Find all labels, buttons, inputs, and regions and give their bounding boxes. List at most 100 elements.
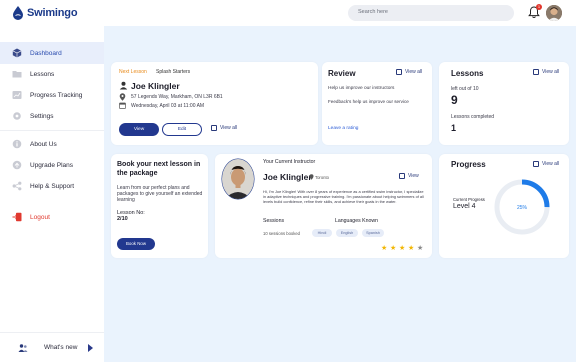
book-body: Learn from our perfect plans and package… [117,185,203,204]
upgrade-icon [12,160,22,170]
view-label: View [408,173,419,179]
water-drop-icon [13,6,23,20]
sidebar-item-label: Logout [30,213,50,221]
instructor-view-link[interactable]: View [399,173,419,179]
whats-new-label: What's new [44,344,78,351]
star-filled-icon: ★ [408,245,415,252]
view-all-label: View all [542,69,560,75]
instructor-heading: Your Current Instructor [263,159,316,165]
sidebar-item-label: Dashboard [30,49,62,57]
sidebar-item-about-us[interactable]: About Us [0,133,104,155]
lessons-left-value: 9 [451,93,458,107]
sidebar-item-logout[interactable]: Logout [0,206,104,228]
languages-label: Languages Known [335,218,378,224]
lesson-no-value: 2/10 [117,216,128,222]
whats-new-link[interactable]: What's new [0,332,104,362]
progress-title: Progress [451,160,486,169]
current-progress-label: Current Progress [453,197,485,202]
sessions-value: 10 sessions booked [263,231,301,236]
sidebar-item-label: Settings [30,112,54,120]
current-level: Level 4 [453,203,476,210]
cube-icon [12,48,22,58]
book-lesson-card: Book your next lesson in the package Lea… [111,154,208,258]
language-tag: Spanish [362,229,384,237]
lessons-title: Lessons [451,69,484,78]
external-link-icon [399,173,405,179]
star-filled-icon: ★ [399,245,406,252]
star-empty-icon: ★ [417,245,424,252]
search-input[interactable]: Search here [348,5,514,21]
view-all-label: View all [220,125,238,131]
language-tag: Hindi [312,229,332,237]
sidebar-item-label: Upgrade Plans [30,161,73,169]
notification-badge: 1 [536,4,542,10]
user-icon [119,81,128,90]
sidebar-item-settings[interactable]: Settings [0,105,104,127]
sidebar-divider [0,130,104,131]
location-pin-icon [119,93,126,101]
lesson-instructor-name: Joe Klingler [131,81,180,91]
sidebar-item-label: Lessons [30,70,55,78]
sidebar-item-progress-tracking[interactable]: Progress Tracking [0,84,104,106]
gear-icon [12,111,22,121]
lesson-address: 57 Legends Way, Markham, ON L3R 6B1 [131,94,223,100]
sidebar-item-lessons[interactable]: Lessons [0,63,104,85]
external-link-icon [533,161,539,167]
book-title: Book your next lesson in the package [117,161,201,177]
search-placeholder: Search here [358,9,388,15]
book-now-button[interactable]: Book Now [117,238,155,250]
language-tag: English [336,229,358,237]
view-lesson-button[interactable]: View [119,123,159,136]
sidebar: Dashboard Lessons Progress Tracking Sett… [0,38,104,362]
external-link-icon [533,69,539,75]
progress-card: Progress View all Current Progress Level… [439,154,569,258]
edit-lesson-button[interactable]: Edit [162,123,202,136]
sidebar-item-label: Help & Support [30,182,75,190]
sidebar-item-label: Progress Tracking [30,91,83,99]
chevron-right-icon [88,344,93,352]
user-avatar[interactable] [546,5,562,21]
review-prompt: Help us improve our instructors [328,86,395,91]
lessons-completed-label: Lessons completed [451,114,495,120]
calendar-icon [119,102,126,109]
review-card: Review View all Help us improve our inst… [322,62,432,145]
sidebar-item-upgrade-plans[interactable]: Upgrade Plans [0,154,104,176]
info-icon [12,139,22,149]
review-body: Feedback's help us improve our service [328,99,409,104]
lessons-card: Lessons View all left out of 10 9 Lesson… [439,62,569,145]
sessions-label: Sessions [263,218,285,224]
external-link-icon [211,125,217,131]
leave-rating-link[interactable]: Leave a rating [328,126,358,131]
chart-icon [12,90,22,100]
lessons-completed-value: 1 [451,123,457,133]
progress-percent: 25% [517,205,528,211]
location-pin-icon [309,174,314,180]
folder-icon [12,69,22,79]
tab-next-lesson[interactable]: Next Lesson [119,69,147,75]
progress-view-all-link[interactable]: View all [533,161,559,167]
logout-icon [12,212,22,222]
external-link-icon [396,69,402,75]
next-lesson-view-all-link[interactable]: View all [211,125,237,131]
view-all-label: View all [542,161,560,167]
review-title: Review [328,69,356,78]
lessons-left-label: left out of 10 [451,86,479,92]
star-filled-icon: ★ [390,245,397,252]
lesson-datetime: Wednesday, April 03 at 11:00 AM [131,103,205,109]
next-lesson-card: Next Lesson Splash Starters Joe Klingler… [111,62,318,145]
app-name: Swimingo [27,7,78,19]
lessons-view-all-link[interactable]: View all [533,69,559,75]
instructor-location: Toronto [315,175,329,180]
sidebar-item-label: About Us [30,140,57,148]
share-icon [12,181,22,191]
sidebar-item-help-support[interactable]: Help & Support [0,175,104,197]
progress-donut: 25% [494,179,550,235]
sidebar-item-dashboard[interactable]: Dashboard [0,42,104,64]
instructor-name: Joe Klingler [263,172,312,182]
people-icon [18,343,28,352]
app-logo[interactable]: Swimingo [12,6,78,20]
instructor-card: Your Current Instructor Joe Klingler Tor… [215,154,432,258]
tab-splash-starters[interactable]: Splash Starters [156,69,190,75]
review-view-all-link[interactable]: View all [396,69,422,75]
top-bar: Swimingo Search here 1 [0,0,576,26]
